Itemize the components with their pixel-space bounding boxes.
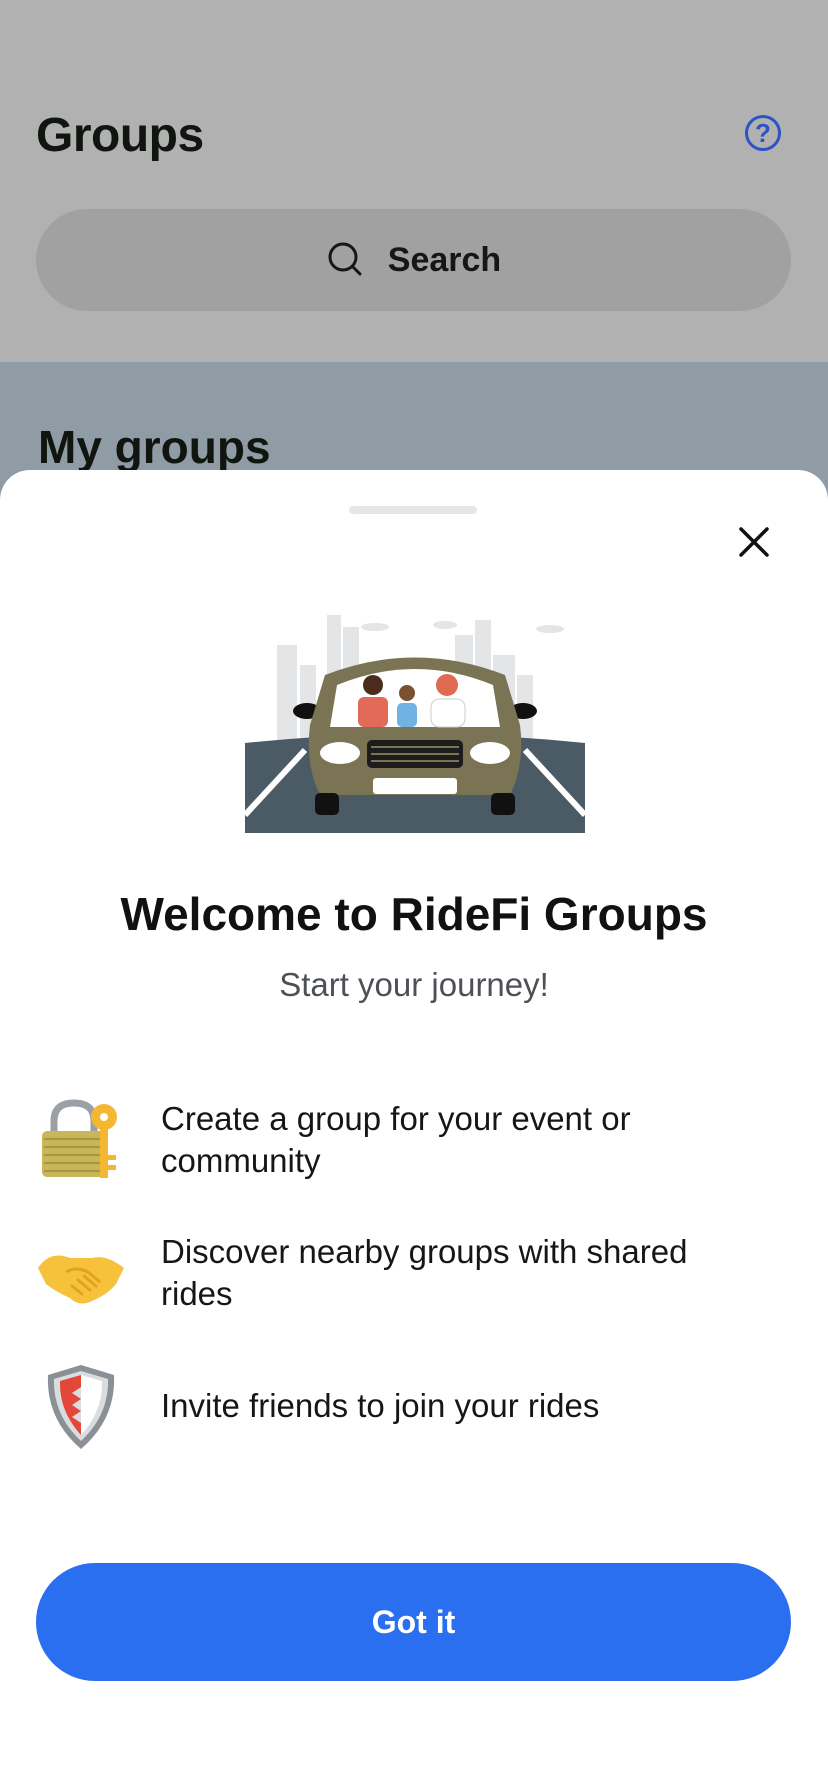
feature-text: Discover nearby groups with shared rides (161, 1233, 688, 1312)
sheet-grabber[interactable] (349, 506, 477, 514)
section-title-my-groups: My groups (38, 421, 271, 473)
got-it-button[interactable]: Got it (36, 1563, 791, 1681)
feature-text: Invite friends to join your rides (161, 1387, 600, 1424)
close-button[interactable] (732, 520, 776, 564)
page-title: Groups (36, 109, 204, 162)
handshake-icon (38, 1255, 124, 1304)
car-illustration (245, 615, 585, 833)
groups-header: Groups ? Search (0, 0, 828, 362)
feature-item-discover-groups: Discover nearby groups with shared rides (36, 1228, 796, 1318)
search-icon (328, 242, 362, 276)
close-icon (739, 527, 769, 557)
welcome-bottom-sheet: Welcome to RideFi Groups Start your jour… (0, 470, 828, 1790)
search-placeholder: Search (387, 240, 502, 279)
feature-text: Create a group for your event or communi… (161, 1100, 631, 1179)
search-input[interactable]: Search (36, 209, 791, 311)
question-circle-icon[interactable]: ? (745, 115, 781, 151)
feature-item-create-group: Create a group for your event or communi… (36, 1095, 796, 1185)
welcome-subtitle: Start your journey! (279, 966, 549, 1003)
feature-item-invite-friends: Invite friends to join your rides (36, 1361, 796, 1451)
lock-key-icon (42, 1099, 117, 1178)
welcome-title: Welcome to RideFi Groups (120, 888, 708, 940)
shield-icon (47, 1365, 115, 1449)
